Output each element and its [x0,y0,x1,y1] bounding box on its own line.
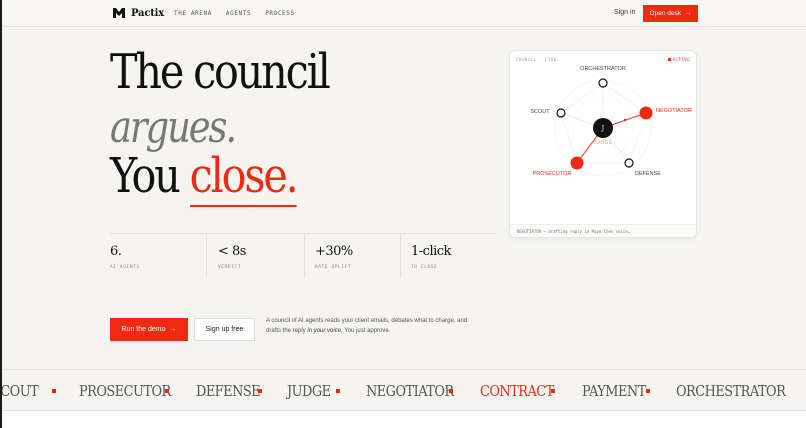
stat-divider [206,234,207,278]
status-label: ACTIVE [672,57,690,62]
node-orchestrator[interactable] [598,78,608,88]
marquee-item-highlighted: CONTRACT [480,382,554,400]
marquee-item: DEFENSE [196,382,261,400]
hero-title-line-3: You close. [110,148,299,207]
activity-log: NEGOTIATOR → drafting reply in Maya Chen… [517,229,631,234]
card-footer: NEGOTIATOR → drafting reply in Maya Chen… [510,224,696,237]
run-demo-button[interactable]: Run the demo → [110,318,188,341]
marquee-item: JUDGE [287,382,331,400]
council-graph: ORCHESTRATOR SCOUT NEGOTIATOR PROSECUTOR… [530,66,692,177]
nav-link-process[interactable]: PROCESS [265,10,295,17]
run-demo-label: Run the demo [121,326,166,333]
arrow-right-icon: → [684,10,692,17]
stat-label: RATE UPLIFT [315,265,352,270]
marquee-separator [336,389,340,393]
stat-label: VERDICT [218,265,242,270]
open-desk-button[interactable]: Open desk → [643,5,698,22]
label-negotiator: NEGOTIATOR [656,108,692,114]
label-judge: JUDGE [593,140,613,146]
marquee-separator [551,389,555,393]
label-defense: DEFENSE [635,171,661,177]
signal-dot [623,118,627,122]
node-negotiator[interactable] [639,106,653,120]
node-defense[interactable] [624,158,634,168]
council-arena-card: ORCHESTRATOR SCOUT NEGOTIATOR PROSECUTOR… [509,50,697,238]
live-square-icon [667,58,671,61]
nav-links: THE ARENA AGENTS PROCESS [174,10,295,17]
brand-logo[interactable]: Pactix [112,6,164,20]
marquee-separator [258,389,262,393]
marquee-item: PAYMENT [582,382,646,400]
arrow-right-icon: → [169,326,177,333]
hero-description: A council of AI agents reads your client… [266,317,480,336]
brand-mark-icon [113,8,125,18]
label-orchestrator: ORCHESTRATOR [580,66,626,72]
status-badge: ACTIVE [667,57,690,62]
stat-value: < 8s [218,244,246,259]
hero-title-line-1: The council [110,44,331,100]
card-header: COUNCIL · LIVE [516,57,557,62]
judge-initial: J [601,125,605,132]
nav-link-arena[interactable]: THE ARENA [174,10,212,17]
stat-divider [400,234,401,278]
agent-marquee: SCOUT PROSECUTOR DEFENSE JUDGE NEGOTIATO… [2,369,806,411]
nav-link-agents[interactable]: AGENTS [226,10,251,17]
hero-title-accent: close. [189,148,299,207]
hero-title-prefix: You [110,148,190,204]
stats-row: 6. AI AGENTS < 8s VERDICT +30% RATE UPLI… [110,233,496,279]
brand-name: Pactix [131,7,164,19]
node-scout[interactable] [556,108,566,118]
next-section [2,411,806,428]
description-emphasis: in your voice [307,327,342,334]
stat-value: 1-click [411,244,451,259]
hero-title-line-2: argues. [110,102,237,153]
stat-value: +30% [315,244,353,259]
label-prosecutor: PROSECUTOR [533,171,572,177]
marquee-item: ORCHESTRATOR [676,382,786,400]
marquee-item: PROSECUTOR [79,382,171,400]
label-scout: SCOUT [530,109,550,115]
open-desk-label: Open desk [649,10,681,17]
description-text-end: . You just approve. [341,327,391,334]
marquee-item: SCOUT [2,382,39,400]
marquee-separator [646,389,650,393]
marquee-separator [165,389,169,393]
marquee-item: NEGOTIATOR [366,382,454,400]
stat-divider [304,234,305,278]
sign-up-label: Sign up free [205,326,244,333]
marquee-separator [52,389,56,393]
stat-label: TO CLOSE [411,265,438,270]
node-prosecutor[interactable] [570,156,584,170]
stat-value: 6. [110,244,122,259]
sign-in-link[interactable]: Sign in [614,9,635,16]
stat-label: AI AGENTS [110,265,140,270]
top-nav: Pactix THE ARENA AGENTS PROCESS Sign in … [2,0,806,27]
sign-up-button[interactable]: Sign up free [194,318,255,341]
marquee-separator [449,389,453,393]
